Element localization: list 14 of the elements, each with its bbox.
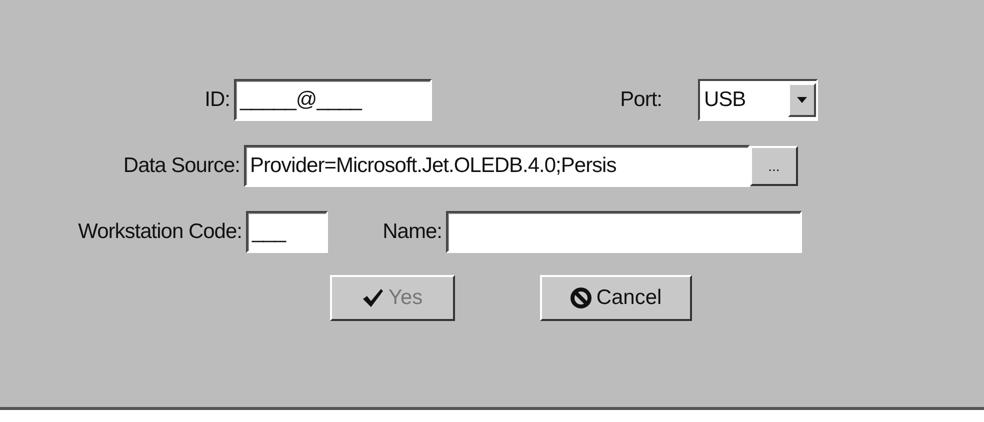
data-source-field[interactable]: Provider=Microsoft.Jet.OLEDB.4.0;Persis [244, 145, 750, 187]
port-dropdown[interactable]: USB [698, 79, 818, 121]
checkmark-icon [362, 288, 384, 308]
workstation-code-field[interactable]: ___ [246, 211, 328, 253]
id-field[interactable]: _____@____ [234, 79, 432, 121]
prohibited-icon [570, 287, 592, 309]
name-field[interactable] [446, 211, 802, 253]
browse-button[interactable]: ... [750, 146, 798, 186]
cancel-button[interactable]: Cancel [540, 275, 692, 321]
field-label: Name: [382, 219, 442, 246]
field-label: Port: [619, 87, 662, 114]
field-label: ID: [204, 87, 230, 114]
field-label: Data Source: [122, 153, 240, 180]
field-label: Workstation Code: [77, 219, 242, 246]
